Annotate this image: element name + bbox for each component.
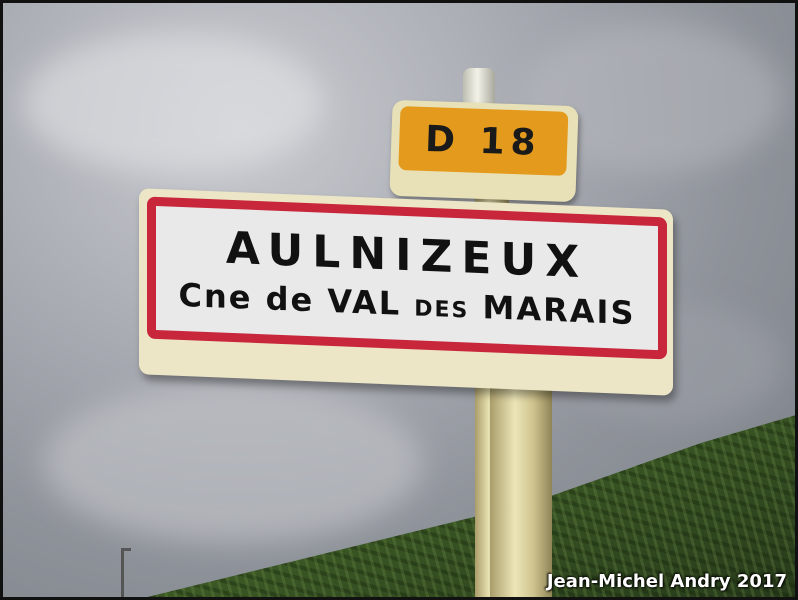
commune-suffix: MARAIS [482, 288, 636, 333]
town-name: AULNIZEUX [225, 222, 589, 289]
cloud [43, 383, 423, 543]
photo-frame: D 18 AULNIZEUX Cne de VAL DES MARAIS Jea… [0, 0, 798, 600]
commune-small: DES [414, 296, 470, 324]
town-entry-sign: AULNIZEUX Cne de VAL DES MARAIS [139, 188, 673, 396]
photo-credit: Jean-Michel Andry 2017 [546, 571, 787, 592]
commune-prefix: Cne de VAL [178, 275, 402, 323]
route-number-text: D 18 [424, 118, 543, 164]
town-sign-panel: AULNIZEUX Cne de VAL DES MARAIS [147, 196, 667, 360]
route-number-panel: D 18 [398, 106, 569, 176]
street-lamp [121, 548, 131, 597]
sign-pole-base [490, 381, 552, 597]
cloud [23, 33, 323, 173]
route-number-sign: D 18 [389, 99, 579, 203]
